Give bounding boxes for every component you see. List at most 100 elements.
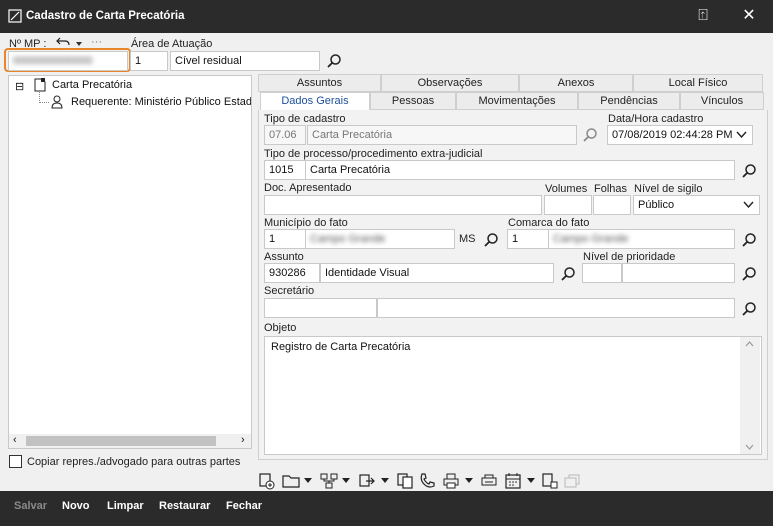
scroll-left-icon[interactable]: ‹ (13, 434, 17, 446)
more-icon[interactable]: ··· (91, 36, 102, 48)
copy-icon[interactable] (396, 472, 414, 490)
area-search-icon[interactable] (326, 53, 342, 69)
data-hora-label: Data/Hora cadastro (608, 113, 704, 125)
secretario-code[interactable] (264, 298, 377, 318)
municipio-name[interactable]: Campo Grande (305, 229, 455, 249)
tipo-cadastro-name: Carta Precatória (307, 125, 577, 145)
close-button[interactable]: ✕ (736, 4, 762, 28)
folder-dropdown-icon[interactable] (304, 476, 312, 484)
scroll-right-icon[interactable]: › (241, 434, 245, 446)
person-icon (51, 95, 63, 109)
tipo-processo-search-icon[interactable] (741, 163, 757, 179)
tab-pessoas[interactable]: Pessoas (370, 92, 456, 110)
volumes-field[interactable] (544, 195, 592, 215)
secretario-name[interactable] (377, 298, 735, 318)
print-preview-icon[interactable] (480, 472, 498, 490)
objeto-text: Registro de Carta Precatória (271, 341, 411, 353)
scroll-up-icon[interactable] (745, 341, 754, 347)
tab-dados-gerais[interactable]: Dados Gerais (260, 92, 370, 111)
prioridade-code[interactable] (582, 263, 622, 283)
objeto-vertical-scrollbar[interactable] (740, 337, 760, 454)
scroll-thumb[interactable] (26, 436, 216, 446)
scroll-down-icon[interactable] (745, 444, 754, 450)
data-hora-field[interactable]: 07/08/2019 02:44:28 PM (607, 125, 753, 145)
tree-line (39, 102, 49, 103)
calendar-icon[interactable] (504, 472, 522, 490)
tab-assuntos[interactable]: Assuntos (258, 74, 381, 92)
data-hora-chevron-down-icon[interactable] (736, 131, 747, 138)
hierarchy-icon[interactable] (320, 472, 338, 490)
phone-icon[interactable] (418, 472, 436, 490)
sigilo-select[interactable]: Público (633, 195, 760, 215)
tab-vinculos[interactable]: Vínculos (680, 92, 764, 110)
fechar-button[interactable]: Fechar (226, 500, 262, 512)
calendar-dropdown-icon[interactable] (527, 476, 535, 484)
title-bar: Cadastro de Carta Precatória ⍐ ✕ (0, 0, 773, 33)
add-document-icon[interactable] (257, 472, 275, 490)
area-name-field[interactable]: Cível residual (170, 51, 320, 71)
doc-label: Doc. Apresentado (264, 182, 352, 194)
comarca-name-value: Campo Grande (553, 233, 629, 245)
folder-icon[interactable] (282, 472, 300, 490)
doc-field[interactable] (264, 195, 542, 215)
municipio-code[interactable]: 1 (264, 229, 306, 249)
assunto-code[interactable]: 930286 (264, 263, 320, 283)
printer-dropdown-icon[interactable] (465, 476, 473, 484)
area-code-field[interactable]: 1 (130, 51, 168, 71)
printer-icon[interactable] (442, 472, 460, 490)
chevron-down-icon[interactable] (76, 42, 82, 46)
municipio-name-value: Campo Grande (310, 233, 386, 245)
novo-button[interactable]: Novo (62, 500, 90, 512)
prioridade-search-icon[interactable] (741, 266, 757, 282)
comarca-search-icon[interactable] (741, 232, 757, 248)
volumes-label: Volumes (545, 183, 588, 195)
tab-movimentacoes[interactable]: Movimentações (456, 92, 578, 110)
sigilo-chevron-down-icon[interactable] (743, 201, 754, 208)
objeto-label: Objeto (264, 322, 297, 334)
salvar-button[interactable]: Salvar (14, 500, 47, 512)
folhas-label: Folhas (594, 183, 628, 195)
sigilo-label: Nível de sigilo (634, 183, 703, 195)
tree-expander-icon[interactable]: ⊟ (15, 80, 24, 93)
tab-pendencias[interactable]: Pendências (578, 92, 680, 110)
document-icon (34, 78, 46, 92)
objeto-textarea[interactable]: Registro de Carta Precatória (264, 336, 762, 455)
tipo-processo-code[interactable]: 1015 (264, 160, 306, 180)
tipo-processo-label: Tipo de processo/procedimento extra-judi… (264, 148, 483, 160)
folhas-field[interactable] (593, 195, 631, 215)
data-hora-value: 07/08/2019 02:44:28 PM (612, 129, 733, 141)
transfer-icon[interactable] (358, 472, 376, 490)
tab-observacoes[interactable]: Observações (381, 74, 519, 92)
tree-root[interactable]: Carta Precatória (52, 79, 132, 91)
tipo-processo-name[interactable]: Carta Precatória (305, 160, 735, 180)
minimize-button[interactable]: ⍐ (690, 4, 716, 28)
copy-checkbox[interactable] (9, 455, 22, 468)
tipo-cadastro-code: 07.06 (264, 125, 306, 145)
assunto-name[interactable]: Identidade Visual (320, 263, 554, 283)
municipio-uf: MS (459, 233, 476, 245)
limpar-button[interactable]: Limpar (107, 500, 144, 512)
mp-field[interactable]: 0000000000000 (8, 51, 128, 71)
hierarchy-dropdown-icon[interactable] (342, 476, 350, 484)
tab-anexos[interactable]: Anexos (519, 74, 633, 92)
assunto-search-icon[interactable] (560, 266, 576, 282)
restaurar-button[interactable]: Restaurar (159, 500, 210, 512)
secretario-search-icon[interactable] (741, 301, 757, 317)
tab-local-fisico[interactable]: Local Físico (633, 74, 763, 92)
attachment-lock-icon[interactable] (541, 472, 559, 490)
tree-child[interactable]: Requerente: Ministério Público Estad (71, 96, 251, 108)
municipio-label: Município do fato (264, 217, 348, 229)
transfer-dropdown-icon[interactable] (381, 476, 389, 484)
comarca-code[interactable]: 1 (507, 229, 549, 249)
undo-icon[interactable] (56, 36, 70, 48)
comarca-name[interactable]: Campo Grande (548, 229, 735, 249)
copy-checkbox-label: Copiar repres./advogado para outras part… (27, 456, 241, 468)
prioridade-name[interactable] (622, 263, 735, 283)
municipio-search-icon[interactable] (483, 232, 499, 248)
tipo-cadastro-search-icon (583, 128, 597, 142)
comarca-label: Comarca do fato (508, 217, 590, 229)
prioridade-label: Nível de prioridade (583, 251, 676, 263)
horizontal-scrollbar[interactable]: ‹ › (9, 434, 251, 448)
tree-panel: ⊟ Carta Precatória Requerente: Ministéri… (8, 75, 252, 449)
assunto-label: Assunto (264, 251, 304, 263)
